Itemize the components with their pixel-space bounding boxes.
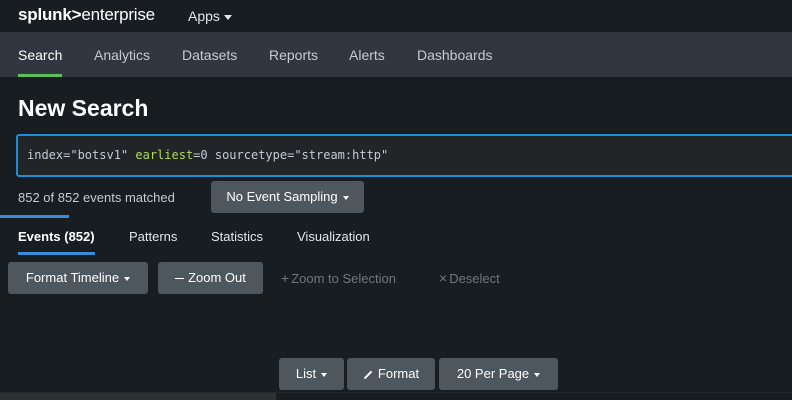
zoom-to-selection-button[interactable]: + Zoom to Selection bbox=[281, 270, 396, 286]
format-label: Format bbox=[377, 366, 420, 381]
minus-icon bbox=[175, 277, 185, 280]
query-segment: index="botsv1" bbox=[27, 148, 136, 162]
zoom-out-label: Zoom Out bbox=[188, 270, 246, 285]
search-input[interactable]: index="botsv1" earliest=0 sourcetype="st… bbox=[16, 134, 792, 177]
app-nav: Search Analytics Datasets Reports Alerts… bbox=[0, 32, 792, 77]
close-icon: × bbox=[439, 270, 448, 286]
event-sampling-dropdown[interactable]: No Event Sampling bbox=[211, 181, 364, 213]
zoom-to-selection-label: Zoom to Selection bbox=[291, 271, 396, 286]
nav-tab-datasets[interactable]: Datasets bbox=[182, 32, 237, 77]
list-view-label: List bbox=[295, 366, 317, 381]
nav-tab-dashboards[interactable]: Dashboards bbox=[417, 32, 493, 77]
search-progress-bar bbox=[0, 215, 69, 218]
format-timeline-label: Format Timeline bbox=[25, 270, 120, 285]
splunk-logo[interactable]: splunk>enterprise bbox=[18, 5, 155, 25]
query-keyword: earliest bbox=[135, 148, 194, 162]
plus-icon: + bbox=[281, 270, 290, 286]
logo-word-splunk: splunk bbox=[18, 5, 72, 24]
caret-down-icon bbox=[321, 372, 328, 377]
nav-tab-reports[interactable]: Reports bbox=[269, 32, 318, 77]
nav-tab-search[interactable]: Search bbox=[18, 32, 63, 77]
caret-down-icon bbox=[223, 14, 232, 20]
nav-tab-alerts[interactable]: Alerts bbox=[349, 32, 385, 77]
deselect-label: Deselect bbox=[449, 271, 500, 286]
top-bar: splunk>enterprise Apps bbox=[0, 0, 792, 32]
deselect-button[interactable]: × Deselect bbox=[439, 270, 500, 286]
caret-down-icon bbox=[534, 372, 541, 377]
per-page-dropdown[interactable]: 20 Per Page bbox=[439, 358, 558, 390]
query-segment: =0 sourcetype="stream:http" bbox=[193, 148, 389, 162]
event-sampling-label: No Event Sampling bbox=[226, 189, 338, 204]
tab-events[interactable]: Events (852) bbox=[18, 229, 95, 256]
logo-word-enterprise: enterprise bbox=[81, 5, 155, 24]
caret-down-icon bbox=[124, 276, 131, 281]
tab-statistics[interactable]: Statistics bbox=[211, 229, 263, 256]
list-view-dropdown[interactable]: List bbox=[279, 358, 344, 390]
paintbrush-icon bbox=[363, 370, 373, 379]
tab-patterns[interactable]: Patterns bbox=[129, 229, 177, 256]
caret-down-icon bbox=[342, 195, 349, 200]
zoom-out-button[interactable]: Zoom Out bbox=[158, 262, 263, 294]
format-timeline-button[interactable]: Format Timeline bbox=[8, 262, 148, 294]
tab-visualization[interactable]: Visualization bbox=[297, 229, 370, 256]
page-title: New Search bbox=[18, 95, 149, 121]
nav-tab-analytics[interactable]: Analytics bbox=[94, 32, 150, 77]
logo-chevron: > bbox=[71, 5, 82, 24]
format-button[interactable]: Format bbox=[347, 358, 435, 390]
search-query-text[interactable]: index="botsv1" earliest=0 sourcetype="st… bbox=[27, 148, 388, 162]
apps-menu-label: Apps bbox=[188, 8, 220, 24]
fields-sidebar-edge bbox=[0, 393, 276, 400]
per-page-label: 20 Per Page bbox=[456, 366, 530, 381]
apps-menu[interactable]: Apps bbox=[188, 8, 232, 24]
events-matched-count: 852 of 852 events matched bbox=[18, 190, 175, 205]
